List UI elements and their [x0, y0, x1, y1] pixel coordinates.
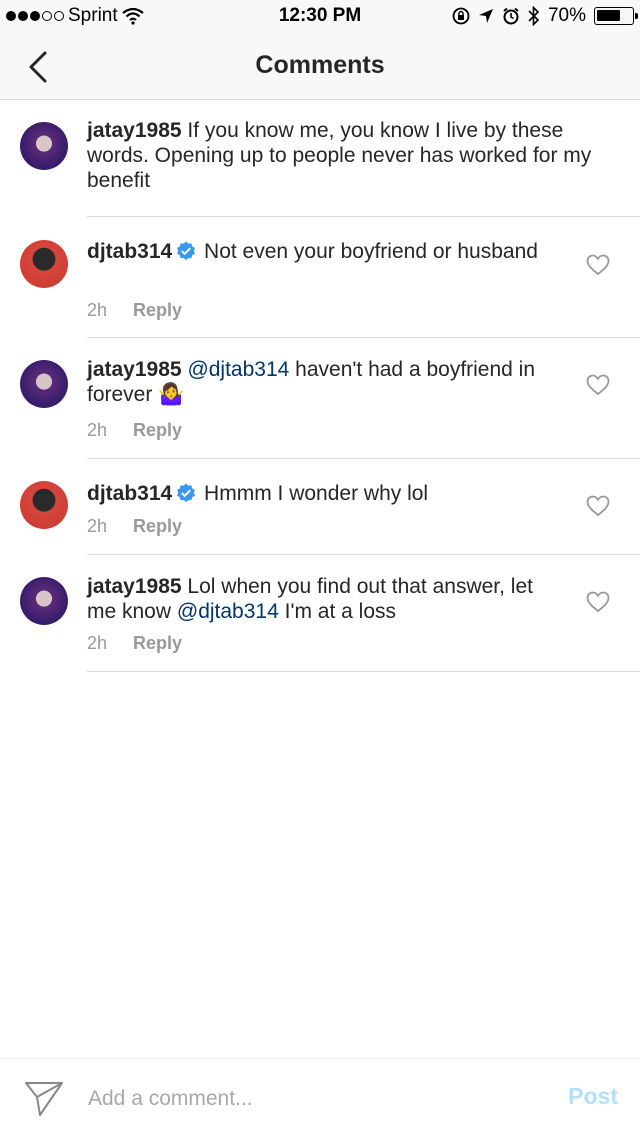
heart-icon[interactable] — [586, 495, 610, 517]
mention-link[interactable]: @djtab314 — [187, 358, 289, 381]
username[interactable]: jatay1985 — [87, 575, 182, 598]
reply-button[interactable]: Reply — [133, 516, 182, 537]
avatar[interactable] — [20, 577, 68, 625]
battery-percent: 70% — [547, 5, 586, 26]
heart-icon[interactable] — [586, 591, 610, 613]
avatar[interactable] — [20, 360, 68, 408]
post-button[interactable]: Post — [568, 1083, 618, 1110]
comment-time: 2h — [87, 420, 108, 440]
reply-button[interactable]: Reply — [133, 633, 182, 654]
comment-time: 2h — [87, 516, 108, 536]
comment-text: Hmmm I wonder why lol — [204, 482, 429, 505]
battery-icon — [594, 7, 638, 25]
comment-body: djtab314 Not even your boyfriend or husb… — [87, 239, 557, 264]
reply-button[interactable]: Reply — [133, 420, 182, 441]
location-arrow-icon — [478, 9, 493, 23]
alarm-icon — [503, 7, 519, 25]
username[interactable]: jatay1985 — [87, 358, 182, 381]
comment-meta: 2h Reply — [87, 633, 182, 654]
caption-text: jatay1985 If you know me, you know I liv… — [87, 118, 607, 193]
username[interactable]: djtab314 — [87, 240, 172, 263]
nav-header: Comments — [0, 34, 640, 100]
divider — [87, 554, 640, 555]
shrug-emoji: 🤷‍♀️ — [158, 383, 185, 406]
comment-meta: 2h Reply — [87, 516, 182, 537]
comment-composer: Post — [0, 1058, 640, 1138]
heart-icon[interactable] — [586, 374, 610, 396]
avatar[interactable] — [20, 122, 68, 170]
verified-badge-icon — [177, 483, 196, 503]
chevron-left-icon — [29, 51, 47, 83]
reply-button[interactable]: Reply — [133, 300, 182, 321]
comment-body: jatay1985 @djtab314 haven't had a boyfri… — [87, 357, 557, 407]
status-right: 70% — [452, 5, 638, 27]
divider — [87, 458, 640, 459]
comment-meta: 2h Reply — [87, 420, 182, 441]
bluetooth-icon — [528, 6, 540, 26]
comment-time: 2h — [87, 300, 108, 320]
status-bar: Sprint 12:30 PM 70% — [0, 0, 640, 34]
comment-body: jatay1985 Lol when you find out that ans… — [87, 574, 557, 624]
heart-icon[interactable] — [586, 254, 610, 276]
mention-link[interactable]: @djtab314 — [177, 600, 279, 623]
direct-send-icon[interactable] — [24, 1079, 64, 1119]
comment-text: I'm at a loss — [278, 600, 396, 623]
comment-time: 2h — [87, 633, 108, 653]
avatar[interactable] — [20, 481, 68, 529]
comment-body: djtab314 Hmmm I wonder why lol — [87, 481, 557, 506]
back-button[interactable] — [20, 49, 56, 85]
rotation-lock-icon — [452, 7, 470, 25]
divider — [87, 216, 640, 217]
divider — [87, 671, 640, 672]
verified-badge-icon — [177, 241, 196, 261]
comment-input[interactable] — [88, 1083, 528, 1115]
avatar[interactable] — [20, 240, 68, 288]
username[interactable]: jatay1985 — [87, 119, 182, 142]
username[interactable]: djtab314 — [87, 482, 172, 505]
divider — [87, 337, 640, 338]
comment-meta: 2h Reply — [87, 300, 182, 321]
page-title: Comments — [255, 51, 385, 79]
comment-text: Not even your boyfriend or husband — [204, 240, 538, 263]
